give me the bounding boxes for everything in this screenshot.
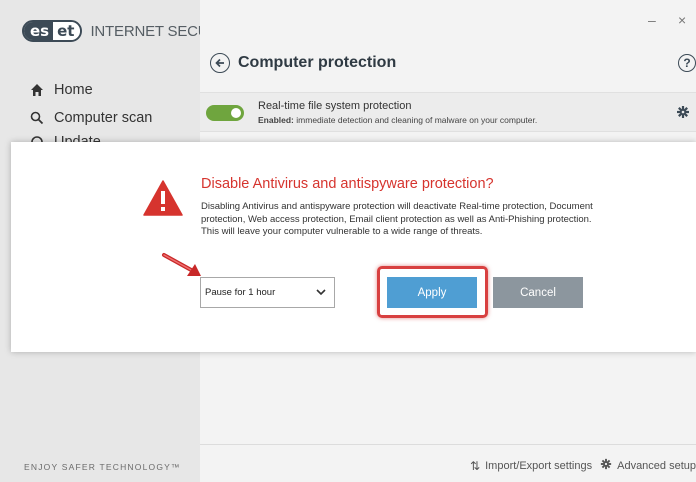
gear-icon	[600, 458, 612, 473]
import-export-icon: ⇅	[470, 458, 481, 473]
page-header: Computer protection	[210, 53, 396, 73]
chevron-down-icon	[316, 289, 326, 296]
close-button[interactable]: ×	[678, 12, 686, 28]
sidebar-item-label: Computer scan	[54, 110, 153, 126]
realtime-protection-toggle[interactable]	[206, 105, 244, 121]
feature-row-realtime-protection: Real-time file system protection Enabled…	[200, 92, 696, 132]
help-icon[interactable]: ?	[678, 54, 696, 72]
footer-divider	[200, 444, 696, 445]
feature-description: Enabled: immediate detection and cleanin…	[258, 115, 537, 125]
toggle-knob	[231, 108, 241, 118]
dialog-title: Disable Antivirus and antispyware protec…	[201, 176, 494, 192]
sidebar-item-label: Home	[54, 82, 93, 98]
home-icon	[30, 83, 44, 97]
disable-protection-dialog: Disable Antivirus and antispyware protec…	[11, 142, 696, 352]
footer-actions: ⇅ Import/Export settings Advanced setup	[470, 458, 696, 473]
logo-right-text: et	[53, 22, 81, 40]
warning-icon	[143, 180, 183, 216]
feature-status-text: immediate detection and cleaning of malw…	[296, 115, 538, 125]
red-arrow-annotation	[162, 253, 201, 276]
back-arrow-icon[interactable]	[210, 53, 230, 73]
eset-window: es et INTERNET SECURITY Home Computer sc…	[0, 0, 696, 482]
tagline: ENJOY SAFER TECHNOLOGY™	[24, 462, 181, 472]
dialog-message: Disabling Antivirus and antispyware prot…	[201, 201, 593, 237]
minimize-button[interactable]: –	[648, 12, 656, 28]
apply-button[interactable]: Apply	[387, 277, 477, 308]
feature-status-label: Enabled:	[258, 115, 294, 125]
page-title: Computer protection	[238, 54, 397, 71]
import-export-link[interactable]: Import/Export settings	[485, 460, 592, 472]
cancel-button[interactable]: Cancel	[493, 277, 583, 308]
pause-duration-select[interactable]: Pause for 1 hour	[200, 277, 335, 308]
gear-icon[interactable]	[676, 105, 690, 122]
sidebar-item-home[interactable]: Home	[30, 82, 93, 98]
eset-logo: es et	[22, 20, 83, 42]
advanced-setup-link[interactable]: Advanced setup	[617, 460, 696, 472]
logo-left-text: es	[24, 22, 54, 40]
sidebar-item-computer-scan[interactable]: Computer scan	[30, 110, 152, 126]
pause-duration-value: Pause for 1 hour	[205, 287, 276, 298]
search-icon	[30, 111, 44, 125]
feature-title: Real-time file system protection	[258, 100, 412, 112]
